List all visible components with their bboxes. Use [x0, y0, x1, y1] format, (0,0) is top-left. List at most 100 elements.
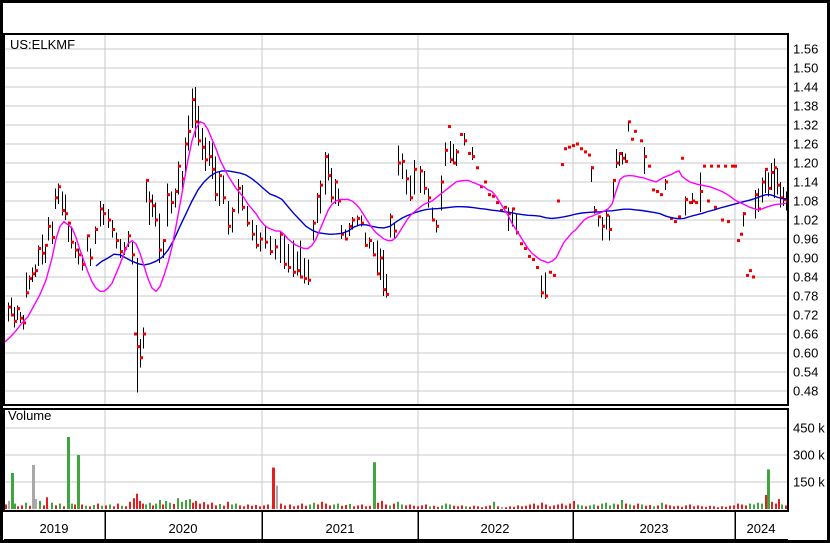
close-dot — [325, 155, 328, 159]
close-dot — [541, 291, 544, 295]
close-dot — [228, 224, 231, 228]
volume-bar — [581, 505, 583, 509]
year-axis: 2019 2020 2021 2022 2023 2024 — [40, 511, 775, 540]
close-dot — [238, 186, 241, 190]
volume-bar — [693, 506, 695, 509]
volume-bar — [239, 505, 241, 509]
volume-bar — [373, 462, 376, 509]
volume-bar — [21, 505, 23, 509]
close-dot — [140, 356, 143, 360]
close-dot — [394, 229, 397, 233]
volume-bar — [89, 506, 91, 509]
close-dot — [163, 239, 166, 243]
close-dot — [762, 180, 765, 184]
stock-chart-window: Historic Chart for US:ELKMF by Stockwatc… — [0, 0, 830, 543]
close-dot — [205, 158, 208, 162]
volume-bar — [697, 505, 699, 509]
close-dot — [734, 164, 737, 168]
volume-bar — [493, 501, 495, 509]
close-dot — [634, 129, 637, 133]
close-dot — [26, 291, 29, 295]
volume-bar — [317, 504, 319, 509]
close-dot — [128, 234, 131, 238]
volume-bar — [649, 505, 651, 509]
volume-bar — [393, 503, 395, 509]
volume-bar — [305, 505, 307, 509]
close-dot — [532, 258, 535, 262]
close-dot — [765, 167, 768, 171]
volume-bar — [485, 506, 487, 509]
close-dot — [293, 270, 296, 274]
close-dot — [450, 158, 453, 162]
close-dot — [484, 180, 487, 184]
price-tick-label: 1.32 — [793, 118, 818, 133]
volume-bar — [729, 505, 731, 509]
volume-bar — [162, 504, 164, 509]
volume-bar — [569, 503, 571, 509]
volume-bar — [597, 505, 599, 509]
volume-bar — [657, 505, 659, 509]
volume-bar — [605, 502, 607, 509]
volume-bar — [661, 502, 663, 509]
volume-bar — [109, 504, 111, 509]
year-label: 2023 — [640, 521, 669, 536]
close-dot — [8, 305, 11, 309]
close-dot — [171, 201, 174, 205]
close-dot — [116, 239, 119, 243]
close-dot — [108, 218, 111, 222]
volume-bar — [489, 505, 491, 509]
volume-bar — [589, 505, 591, 509]
volume-bar — [333, 504, 335, 509]
volume-bar — [329, 505, 331, 509]
volume-bar — [369, 505, 371, 509]
price-tick-label: 0.48 — [793, 384, 818, 399]
volume-bar — [709, 505, 711, 509]
volume-bar — [473, 505, 475, 509]
close-dot — [591, 166, 594, 170]
volume-bar — [441, 505, 443, 509]
close-dot — [398, 161, 401, 165]
volume-bar — [717, 507, 719, 509]
close-dot — [674, 220, 677, 224]
volume-bar — [251, 505, 253, 509]
volume-bar — [541, 502, 543, 509]
price-tick-label: 0.66 — [793, 327, 818, 342]
close-dot — [284, 262, 287, 266]
volume-bar — [577, 504, 579, 509]
close-dot — [357, 216, 360, 220]
volume-bar — [5, 504, 7, 509]
close-dot — [644, 155, 647, 159]
close-dot — [212, 167, 215, 171]
close-dot — [335, 180, 338, 184]
volume-bar — [733, 505, 735, 509]
close-dot — [223, 196, 226, 200]
close-dot — [328, 174, 331, 178]
close-dot — [584, 150, 587, 154]
close-dot — [247, 221, 250, 225]
close-dot — [721, 218, 724, 222]
close-dot — [219, 174, 222, 178]
volume-bar — [765, 494, 767, 509]
stock-chart-svg: 1.56 1.50 1.44 1.38 1.32 1.26 1.20 1.14 1.08 1.02… — [0, 0, 830, 543]
close-dot — [609, 228, 612, 231]
volume-bar — [461, 505, 463, 509]
close-dot — [700, 190, 703, 193]
volume-bar — [453, 505, 455, 509]
close-dot — [724, 164, 727, 168]
price-tick-label: 0.84 — [793, 270, 818, 285]
volume-bar — [93, 505, 95, 509]
price-tick-label: 1.50 — [793, 61, 818, 76]
volume-bar — [713, 506, 715, 509]
volume-bar — [313, 502, 315, 509]
volume-bar — [29, 505, 31, 509]
close-dot — [192, 98, 195, 102]
close-dot — [308, 278, 311, 282]
volume-bar — [481, 507, 483, 509]
close-dot — [536, 266, 539, 269]
close-dot — [545, 294, 548, 298]
close-dot — [103, 212, 106, 216]
volume-bar — [63, 506, 65, 509]
close-dot — [420, 169, 423, 173]
volume-bar — [280, 503, 282, 509]
close-dot — [619, 152, 622, 155]
